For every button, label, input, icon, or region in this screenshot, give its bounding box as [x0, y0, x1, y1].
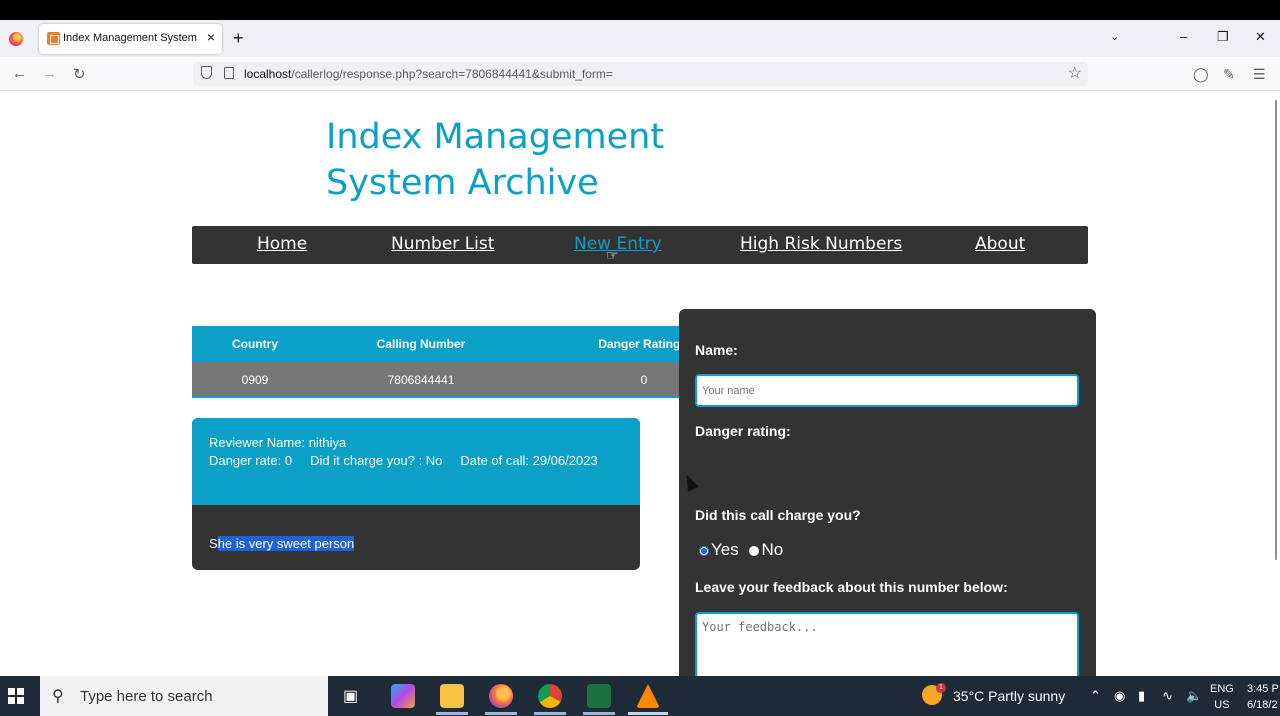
- url-path: /callerlog/response.php?search=780684444…: [291, 67, 613, 81]
- review-card: Reviewer Name: nithiya Danger rate: 0 Did…: [192, 418, 640, 570]
- windows-start-icon[interactable]: [8, 688, 24, 704]
- chrome-active-indicator: [534, 712, 566, 715]
- minimize-icon[interactable]: –: [1180, 29, 1187, 44]
- wifi-icon[interactable]: ∿: [1162, 688, 1173, 704]
- menu-high-risk-numbers[interactable]: High Risk Numbers: [740, 234, 902, 254]
- review-charge: Did it charge you? : No: [310, 453, 443, 468]
- no-radio[interactable]: [749, 545, 760, 556]
- no-label[interactable]: No: [761, 540, 783, 559]
- menu-about[interactable]: About: [975, 234, 1025, 254]
- header-calling-number: Calling Number: [376, 337, 466, 351]
- back-arrow-icon[interactable]: ←: [12, 65, 27, 82]
- top-strip: [0, 0, 1280, 20]
- yes-radio[interactable]: [699, 545, 709, 556]
- windows-taskbar: ⚲ Type here to search ▣ 1 35°C Partly su…: [0, 676, 1280, 716]
- tab-title: Index Management System: [63, 32, 197, 44]
- menu-hamburger-icon[interactable]: ☰: [1253, 66, 1266, 83]
- vlc-icon[interactable]: [636, 684, 660, 708]
- copilot-icon[interactable]: [391, 684, 415, 708]
- volume-icon[interactable]: 🔈: [1186, 688, 1202, 704]
- taskbar-search-text: Type here to search: [80, 688, 213, 705]
- new-tab-icon[interactable]: +: [233, 28, 244, 48]
- taskbar-clock[interactable]: 3:45 P 6/18/2: [1247, 681, 1279, 713]
- chevron-up-icon[interactable]: ⌃: [1090, 688, 1101, 704]
- chevron-down-icon[interactable]: ⌄: [1110, 30, 1119, 43]
- review-date: Date of call: 29/06/2023: [460, 453, 598, 468]
- menu-number-list[interactable]: Number List: [391, 234, 494, 254]
- header-country: Country: [232, 337, 278, 351]
- firefox-logo-icon: [9, 32, 23, 46]
- review-comment: She is very sweet person: [209, 536, 355, 551]
- taskbar-search[interactable]: ⚲ Type here to search: [40, 676, 328, 716]
- review-meta: Danger rate: 0 Did it charge you? : No Dat…: [209, 452, 623, 470]
- browser-tab[interactable]: Index Management System ×: [39, 24, 222, 54]
- menu-home[interactable]: Home: [257, 234, 307, 254]
- reload-icon[interactable]: ↻: [73, 65, 86, 83]
- reviewer-name: Reviewer Name: nithiya: [209, 435, 347, 450]
- file-explorer-active-indicator: [436, 712, 468, 715]
- feedback-label: Leave your feedback about this number be…: [695, 579, 1008, 595]
- danger-rating-label: Danger rating:: [695, 423, 791, 439]
- battery-icon[interactable]: ▮: [1138, 688, 1145, 704]
- vlc-active-indicator: [628, 712, 668, 715]
- name-label: Name:: [695, 342, 738, 358]
- meet-now-icon[interactable]: ◉: [1114, 688, 1125, 704]
- chrome-icon[interactable]: [538, 684, 562, 708]
- selected-text: he is very sweet person: [217, 536, 355, 551]
- close-icon[interactable]: ×: [207, 29, 215, 45]
- cell-country: 0909: [241, 373, 269, 387]
- url-text: localhost/callerlog/response.php?search=…: [244, 67, 613, 81]
- review-danger-rate: Danger rate: 0: [209, 453, 293, 468]
- language-region: US: [1214, 699, 1230, 711]
- cell-calling-number: 7806844441: [387, 373, 455, 387]
- weather-badge: 1: [936, 683, 946, 693]
- shield-icon[interactable]: [201, 66, 212, 79]
- excel-icon[interactable]: [587, 684, 611, 708]
- hand-cursor-icon: ☞: [606, 247, 619, 263]
- site-title-line2: System Archive: [326, 163, 599, 203]
- firefox-active-indicator: [485, 712, 517, 715]
- name-input[interactable]: [695, 374, 1079, 407]
- language-code: ENG: [1210, 683, 1234, 695]
- bookmark-star-icon[interactable]: ☆: [1068, 63, 1082, 83]
- table-row: 0909 7806844441 0: [192, 362, 692, 398]
- charge-radio-group: Yes No: [699, 540, 783, 560]
- table-header: Country Calling Number Danger Rating (: [192, 326, 692, 362]
- address-bar[interactable]: localhost/callerlog/response.php?search=…: [193, 62, 1088, 86]
- charge-question-label: Did this call charge you?: [695, 507, 861, 523]
- url-host: localhost: [244, 67, 292, 81]
- site-favicon-icon: [47, 32, 60, 45]
- restore-icon[interactable]: ❐: [1217, 29, 1229, 45]
- firefox-taskbar-icon[interactable]: [489, 684, 513, 708]
- weather-text[interactable]: 35°C Partly sunny: [953, 688, 1065, 704]
- number-table: Country Calling Number Danger Rating ( 0…: [192, 326, 692, 400]
- clock-date: 6/18/2: [1247, 699, 1278, 711]
- extensions-icon[interactable]: ✎: [1223, 66, 1235, 83]
- browser-tab-bar: Index Management System ×: [0, 20, 1280, 57]
- header-danger-rating: Danger Rating (: [598, 337, 688, 351]
- review-header: Reviewer Name: nithiya Danger rate: 0 Did…: [192, 418, 640, 505]
- window-close-icon[interactable]: ✕: [1255, 29, 1266, 45]
- forward-arrow-icon[interactable]: →: [42, 65, 57, 82]
- pocket-icon[interactable]: ◯: [1193, 66, 1209, 83]
- browser-nav-bar: ← → ↻ localhost/callerlog/response.php?s…: [0, 57, 1280, 91]
- review-comment-first-char: S: [209, 536, 218, 551]
- task-view-icon[interactable]: ▣: [343, 686, 358, 706]
- page-scrollbar[interactable]: [1272, 92, 1280, 676]
- excel-active-indicator: [583, 712, 615, 715]
- site-title: Index Management System Archive: [326, 114, 664, 206]
- cell-danger-rating: 0: [640, 373, 648, 387]
- language-indicator[interactable]: ENG US: [1210, 681, 1234, 713]
- search-icon: ⚲: [52, 688, 64, 705]
- page-info-icon[interactable]: [224, 67, 234, 79]
- yes-label[interactable]: Yes: [711, 540, 739, 559]
- scrollbar-thumb[interactable]: [1275, 100, 1277, 560]
- main-menu: Home Number List New Entry High Risk Num…: [192, 226, 1088, 264]
- entry-form: Name: Danger rating: Did this call charg…: [679, 309, 1096, 692]
- clock-time: 3:45 P: [1247, 683, 1279, 695]
- file-explorer-icon[interactable]: [440, 684, 464, 708]
- site-title-line1: Index Management: [326, 117, 665, 157]
